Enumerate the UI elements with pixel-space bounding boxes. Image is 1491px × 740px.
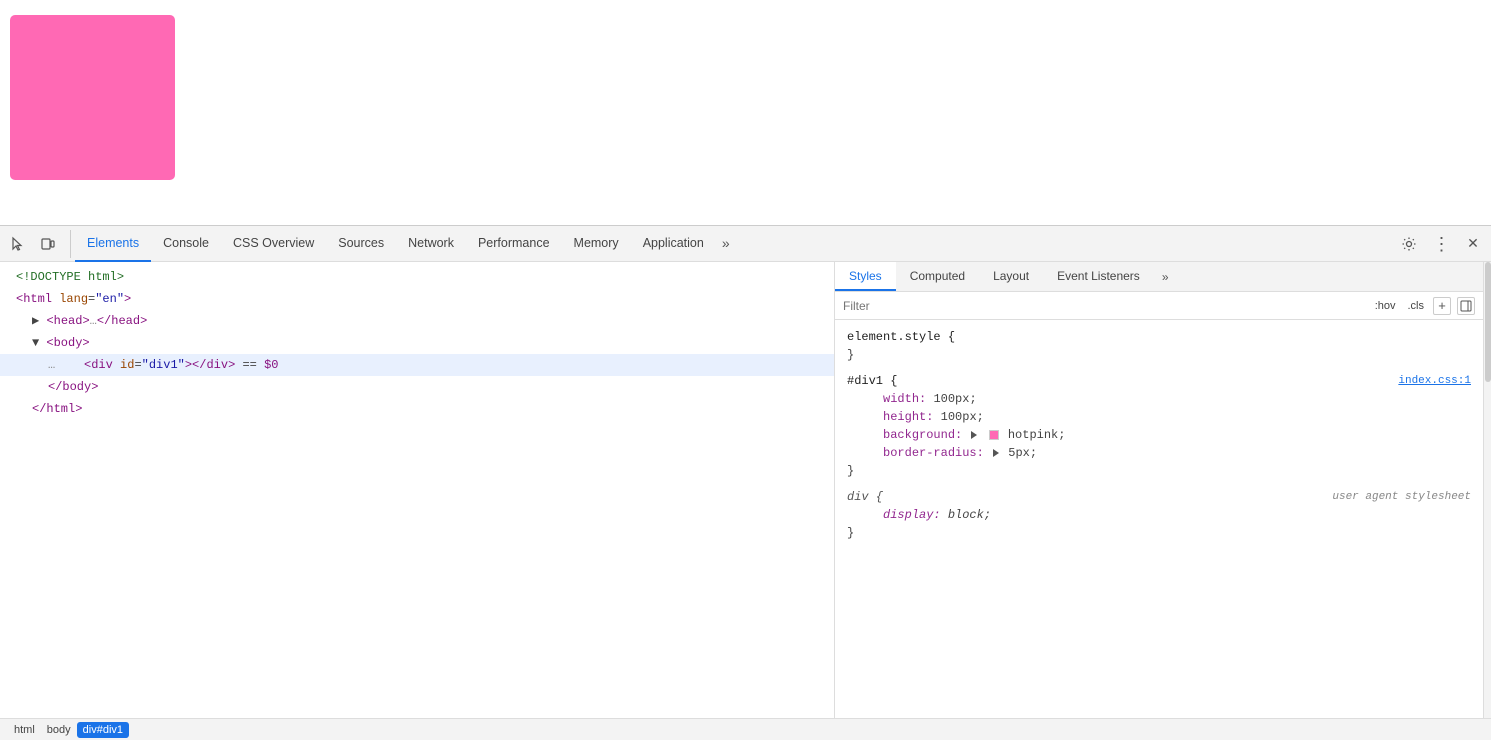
tab-elements[interactable]: Elements bbox=[75, 226, 151, 262]
settings-button[interactable] bbox=[1395, 230, 1423, 258]
cls-button[interactable]: .cls bbox=[1405, 299, 1428, 313]
breadcrumb-div1[interactable]: div#div1 bbox=[77, 722, 129, 738]
breadcrumb-html[interactable]: html bbox=[8, 722, 41, 738]
tab-event-listeners[interactable]: Event Listeners bbox=[1043, 262, 1154, 291]
selector-element-style: element.style { bbox=[847, 330, 955, 344]
value-border-radius: 5px; bbox=[991, 446, 1037, 460]
dom-line-selected[interactable]: … <div id="div1"></div> == $0 bbox=[0, 354, 834, 376]
close-brace: } bbox=[847, 348, 854, 362]
close-icon: ✕ bbox=[1467, 235, 1479, 252]
dom-line: ▼ <body> bbox=[0, 332, 834, 354]
add-style-rule-button[interactable]: + bbox=[1433, 297, 1451, 315]
more-tabs-icon: » bbox=[722, 235, 730, 251]
devtools-panel: Elements Console CSS Overview Sources Ne… bbox=[0, 225, 1491, 740]
dom-line: <html lang="en"> bbox=[0, 288, 834, 310]
breadcrumb: html body div#div1 bbox=[0, 718, 1491, 740]
hotpink-color-swatch[interactable] bbox=[989, 430, 999, 440]
tab-css-overview[interactable]: CSS Overview bbox=[221, 226, 326, 262]
device-icon bbox=[40, 236, 56, 252]
prop-background: background: bbox=[883, 428, 962, 442]
tab-application[interactable]: Application bbox=[631, 226, 716, 262]
tab-network[interactable]: Network bbox=[396, 226, 466, 262]
filter-input[interactable] bbox=[843, 299, 1364, 313]
selector-div1: #div1 { bbox=[847, 374, 897, 388]
ellipsis-icon: ⋮ bbox=[1433, 235, 1450, 253]
devtools-main: <!DOCTYPE html> <html lang="en"> ▶ <head… bbox=[0, 262, 1491, 718]
style-rule-div1: #div1 { index.css:1 width: 100px; height… bbox=[835, 368, 1483, 484]
pink-box bbox=[10, 15, 175, 180]
close-brace-div: } bbox=[847, 526, 854, 540]
tab-console[interactable]: Console bbox=[151, 226, 221, 262]
right-scrollbar[interactable] bbox=[1483, 262, 1491, 718]
tab-layout[interactable]: Layout bbox=[979, 262, 1043, 291]
expand-background-triangle[interactable] bbox=[971, 431, 977, 439]
close-devtools-button[interactable]: ✕ bbox=[1459, 230, 1487, 258]
cursor-icon-btn[interactable] bbox=[4, 230, 32, 258]
dom-line: </html> bbox=[0, 398, 834, 420]
close-brace-div1: } bbox=[847, 464, 854, 478]
doctype-text: <!DOCTYPE html> bbox=[16, 270, 124, 284]
tab-more[interactable]: » bbox=[716, 226, 736, 262]
value-display: block; bbox=[948, 508, 991, 522]
tab-styles[interactable]: Styles bbox=[835, 262, 896, 291]
dom-line: <!DOCTYPE html> bbox=[0, 266, 834, 288]
expand-head-arrow[interactable]: ▶ bbox=[32, 314, 39, 328]
style-rule-element: element.style { } bbox=[835, 324, 1483, 368]
toolbar-icons bbox=[4, 230, 71, 258]
dom-line: </body> bbox=[0, 376, 834, 398]
scrollbar-thumb bbox=[1485, 262, 1491, 382]
prop-display: display: bbox=[883, 508, 941, 522]
breadcrumb-body[interactable]: body bbox=[41, 722, 77, 738]
cursor-icon bbox=[10, 236, 26, 252]
source-index-css[interactable]: index.css:1 bbox=[1398, 372, 1471, 390]
source-user-agent: user agent stylesheet bbox=[1332, 488, 1471, 506]
filter-bar: :hov .cls + bbox=[835, 292, 1483, 320]
toolbar-right: ⋮ ✕ bbox=[1391, 230, 1487, 258]
filter-buttons: :hov .cls + bbox=[1372, 297, 1475, 315]
devtools-tabs: Elements Console CSS Overview Sources Ne… bbox=[75, 226, 1391, 262]
devtools-toolbar: Elements Console CSS Overview Sources Ne… bbox=[0, 226, 1491, 262]
value-height: 100px; bbox=[941, 410, 984, 424]
tab-memory[interactable]: Memory bbox=[562, 226, 631, 262]
expand-body-arrow[interactable]: ▼ bbox=[32, 336, 39, 350]
selector-div: div { bbox=[847, 490, 883, 504]
device-icon-btn[interactable] bbox=[34, 230, 62, 258]
tab-computed[interactable]: Computed bbox=[896, 262, 979, 291]
styles-tab-more[interactable]: » bbox=[1154, 262, 1177, 291]
prop-height: height: bbox=[883, 410, 933, 424]
more-options-button[interactable]: ⋮ bbox=[1427, 230, 1455, 258]
hov-button[interactable]: :hov bbox=[1372, 299, 1399, 313]
value-width: 100px; bbox=[933, 392, 976, 406]
styles-panel: Styles Computed Layout Event Listeners »… bbox=[835, 262, 1483, 718]
style-rule-div-ua: div { user agent stylesheet display: blo… bbox=[835, 484, 1483, 546]
styles-content[interactable]: element.style { } #div1 { index.css:1 wi… bbox=[835, 320, 1483, 718]
dom-line: ▶ <head>…</head> bbox=[0, 310, 834, 332]
elements-panel[interactable]: <!DOCTYPE html> <html lang="en"> ▶ <head… bbox=[0, 262, 835, 718]
gear-icon bbox=[1401, 236, 1417, 252]
prop-width: width: bbox=[883, 392, 926, 406]
prop-border-radius: border-radius: bbox=[883, 446, 984, 460]
expand-border-radius-triangle[interactable] bbox=[993, 449, 999, 457]
tab-performance[interactable]: Performance bbox=[466, 226, 562, 262]
value-background: hotpink; bbox=[969, 428, 1065, 442]
toggle-sidebar-button[interactable] bbox=[1457, 297, 1475, 315]
tab-sources[interactable]: Sources bbox=[326, 226, 396, 262]
styles-tabs: Styles Computed Layout Event Listeners » bbox=[835, 262, 1483, 292]
page-content bbox=[0, 0, 1491, 225]
sidebar-toggle-icon bbox=[1460, 300, 1472, 312]
